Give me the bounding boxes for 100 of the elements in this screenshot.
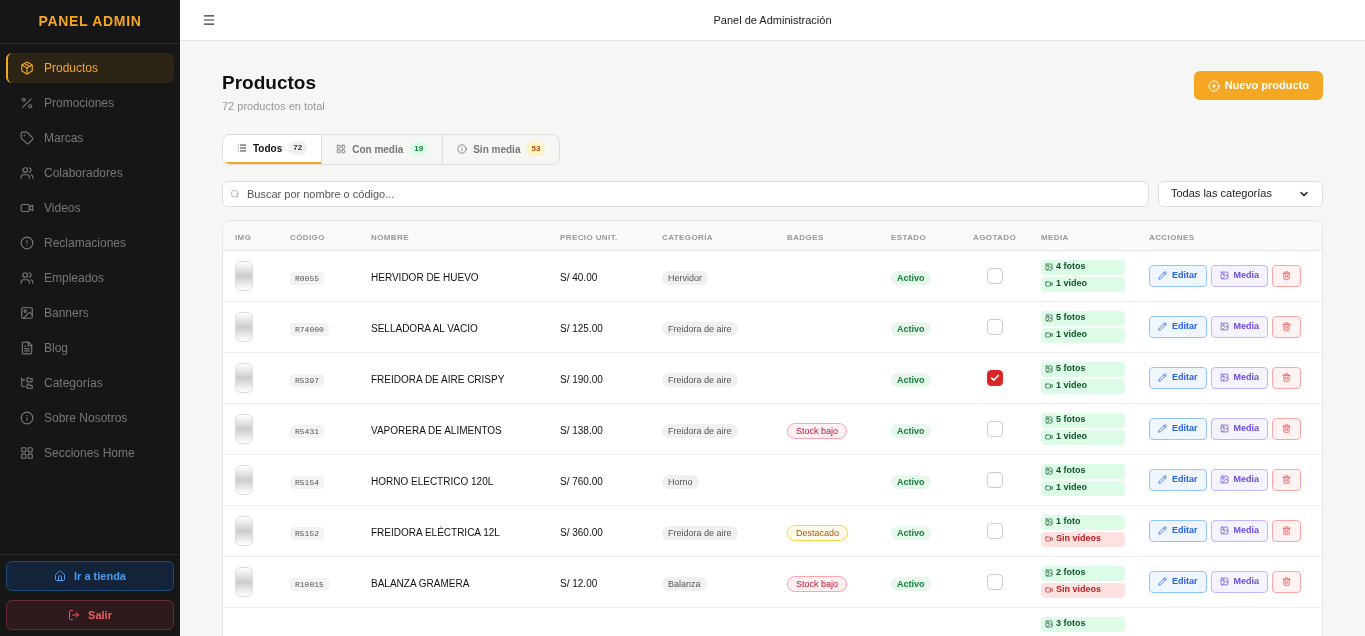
video-camera-icon: [1045, 484, 1053, 492]
folder-tree-icon: [20, 376, 34, 390]
sidebar-item[interactable]: Categorías: [6, 368, 174, 398]
product-badge: Stock bajo: [787, 422, 848, 439]
sidebar-item[interactable]: Productos: [6, 53, 174, 83]
grid-icon: [20, 446, 34, 460]
edit-button[interactable]: Editar: [1149, 366, 1207, 389]
delete-button[interactable]: [1272, 315, 1302, 338]
media-button[interactable]: Media: [1210, 468, 1269, 491]
product-price: S/ 40.00: [560, 271, 598, 283]
delete-button[interactable]: [1272, 519, 1302, 542]
edit-button[interactable]: Editar: [1149, 417, 1207, 440]
delete-button[interactable]: [1272, 468, 1302, 491]
sidebar-item[interactable]: Secciones Home: [6, 438, 174, 468]
image-icon: [1219, 424, 1229, 433]
sidebar-item[interactable]: Marcas: [6, 123, 174, 153]
media-count-tag: 4 fotos: [1041, 259, 1125, 275]
page-subtitle: 72 productos en total: [222, 99, 325, 114]
column-header: ESTADO: [891, 233, 927, 242]
column-header: BADGES: [787, 233, 824, 242]
trash-icon: [1282, 271, 1292, 280]
edit-button[interactable]: Editar: [1149, 315, 1207, 338]
media-count-tag: Sin videos: [1041, 582, 1125, 598]
media-button[interactable]: Media: [1210, 264, 1269, 287]
sidebar-item[interactable]: Empleados: [6, 263, 174, 293]
category-tag: Freidora de aire: [662, 321, 738, 336]
media-button[interactable]: Media: [1210, 366, 1269, 389]
media-count-tag: 1 video: [1041, 327, 1125, 343]
filter-tab[interactable]: Con media 19: [322, 134, 444, 164]
pencil-icon: [1158, 424, 1167, 433]
edit-button[interactable]: Editar: [1149, 468, 1207, 491]
category-tag: Horno: [662, 474, 699, 489]
column-header: CATEGORÍA: [662, 233, 713, 242]
product-name: SELLADORA AL VACIO: [371, 322, 478, 334]
store-button[interactable]: Ir a tienda: [6, 561, 174, 591]
sidebar-item[interactable]: Colaboradores: [6, 158, 174, 188]
grid-icon: [336, 144, 347, 154]
edit-button[interactable]: Editar: [1149, 264, 1207, 287]
status-badge: Activo: [891, 321, 931, 336]
category-select[interactable]: Todas las categorías: [1158, 180, 1323, 207]
video-camera-icon: [1045, 280, 1053, 288]
filter-tab[interactable]: Sin media 53: [443, 134, 560, 164]
product-thumbnail: [235, 566, 253, 597]
delete-button[interactable]: [1272, 570, 1302, 593]
product-code: R5152: [290, 526, 324, 540]
media-count-tag: Sin videos: [1041, 531, 1125, 547]
filter-tab[interactable]: Todos 72: [223, 134, 323, 164]
pencil-icon: [1158, 475, 1167, 484]
image-icon: [1219, 322, 1229, 331]
document-icon: [20, 341, 34, 355]
sidebar-item[interactable]: Videos: [6, 193, 174, 223]
column-header: NOMBRE: [371, 233, 409, 242]
sidebar-item[interactable]: Reclamaciones: [6, 228, 174, 258]
logout-button[interactable]: Salir: [6, 600, 174, 630]
media-button[interactable]: Media: [1210, 417, 1269, 440]
media-button[interactable]: Media: [1210, 315, 1269, 338]
menu-icon[interactable]: [202, 13, 216, 27]
image-icon: [1045, 569, 1053, 577]
product-price: S/ 760.00: [560, 475, 603, 487]
video-camera-icon: [1045, 382, 1053, 390]
info-icon: [20, 411, 34, 425]
media-button[interactable]: Media: [1210, 570, 1269, 593]
product-price: S/ 360.00: [560, 526, 603, 538]
product-name: FREIDORA DE AIRE CRISPY: [371, 373, 505, 385]
trash-icon: [1282, 322, 1292, 331]
product-code: R10015: [290, 577, 329, 591]
image-icon: [1219, 526, 1229, 535]
media-count-tag: 1 foto: [1041, 514, 1125, 530]
search-field[interactable]: Buscar por nombre o código...: [222, 180, 1149, 207]
delete-button[interactable]: [1272, 366, 1302, 389]
status-badge: Activo: [891, 525, 931, 540]
pencil-icon: [1158, 322, 1167, 331]
page-title: Productos: [222, 71, 317, 95]
status-badge: Activo: [891, 474, 931, 489]
sidebar-item[interactable]: Promociones: [6, 88, 174, 118]
product-name: HORNO ELECTRICO 120L: [371, 475, 494, 487]
media-button[interactable]: Media: [1210, 519, 1269, 542]
column-header: CÓDIGO: [290, 233, 325, 242]
product-price: S/ 190.00: [560, 373, 603, 385]
product-thumbnail: [235, 413, 253, 444]
pencil-icon: [1158, 373, 1167, 382]
delete-button[interactable]: [1272, 264, 1302, 287]
image-icon: [1219, 373, 1229, 382]
video-camera-icon: [20, 201, 34, 215]
plus-circle-icon: [1207, 79, 1220, 92]
sidebar-item[interactable]: Banners: [6, 298, 174, 328]
users-icon: [20, 166, 34, 180]
count-badge: 53: [526, 142, 546, 156]
delete-button[interactable]: [1272, 417, 1302, 440]
sidebar-item[interactable]: Sobre Nosotros: [6, 403, 174, 433]
edit-button[interactable]: Editar: [1149, 570, 1207, 593]
category-tag: Freidora de aire: [662, 525, 738, 540]
media-count-tag: 1 video: [1041, 480, 1125, 496]
product-name: BALANZA GRAMERA: [371, 577, 470, 589]
edit-button[interactable]: Editar: [1149, 519, 1207, 542]
sold-out-checkbox[interactable]: [987, 369, 1003, 386]
column-header: MEDIA: [1041, 233, 1069, 242]
category-tag: Hervidor: [662, 270, 708, 285]
image-icon: [1045, 314, 1053, 322]
sidebar-item[interactable]: Blog: [6, 333, 174, 363]
